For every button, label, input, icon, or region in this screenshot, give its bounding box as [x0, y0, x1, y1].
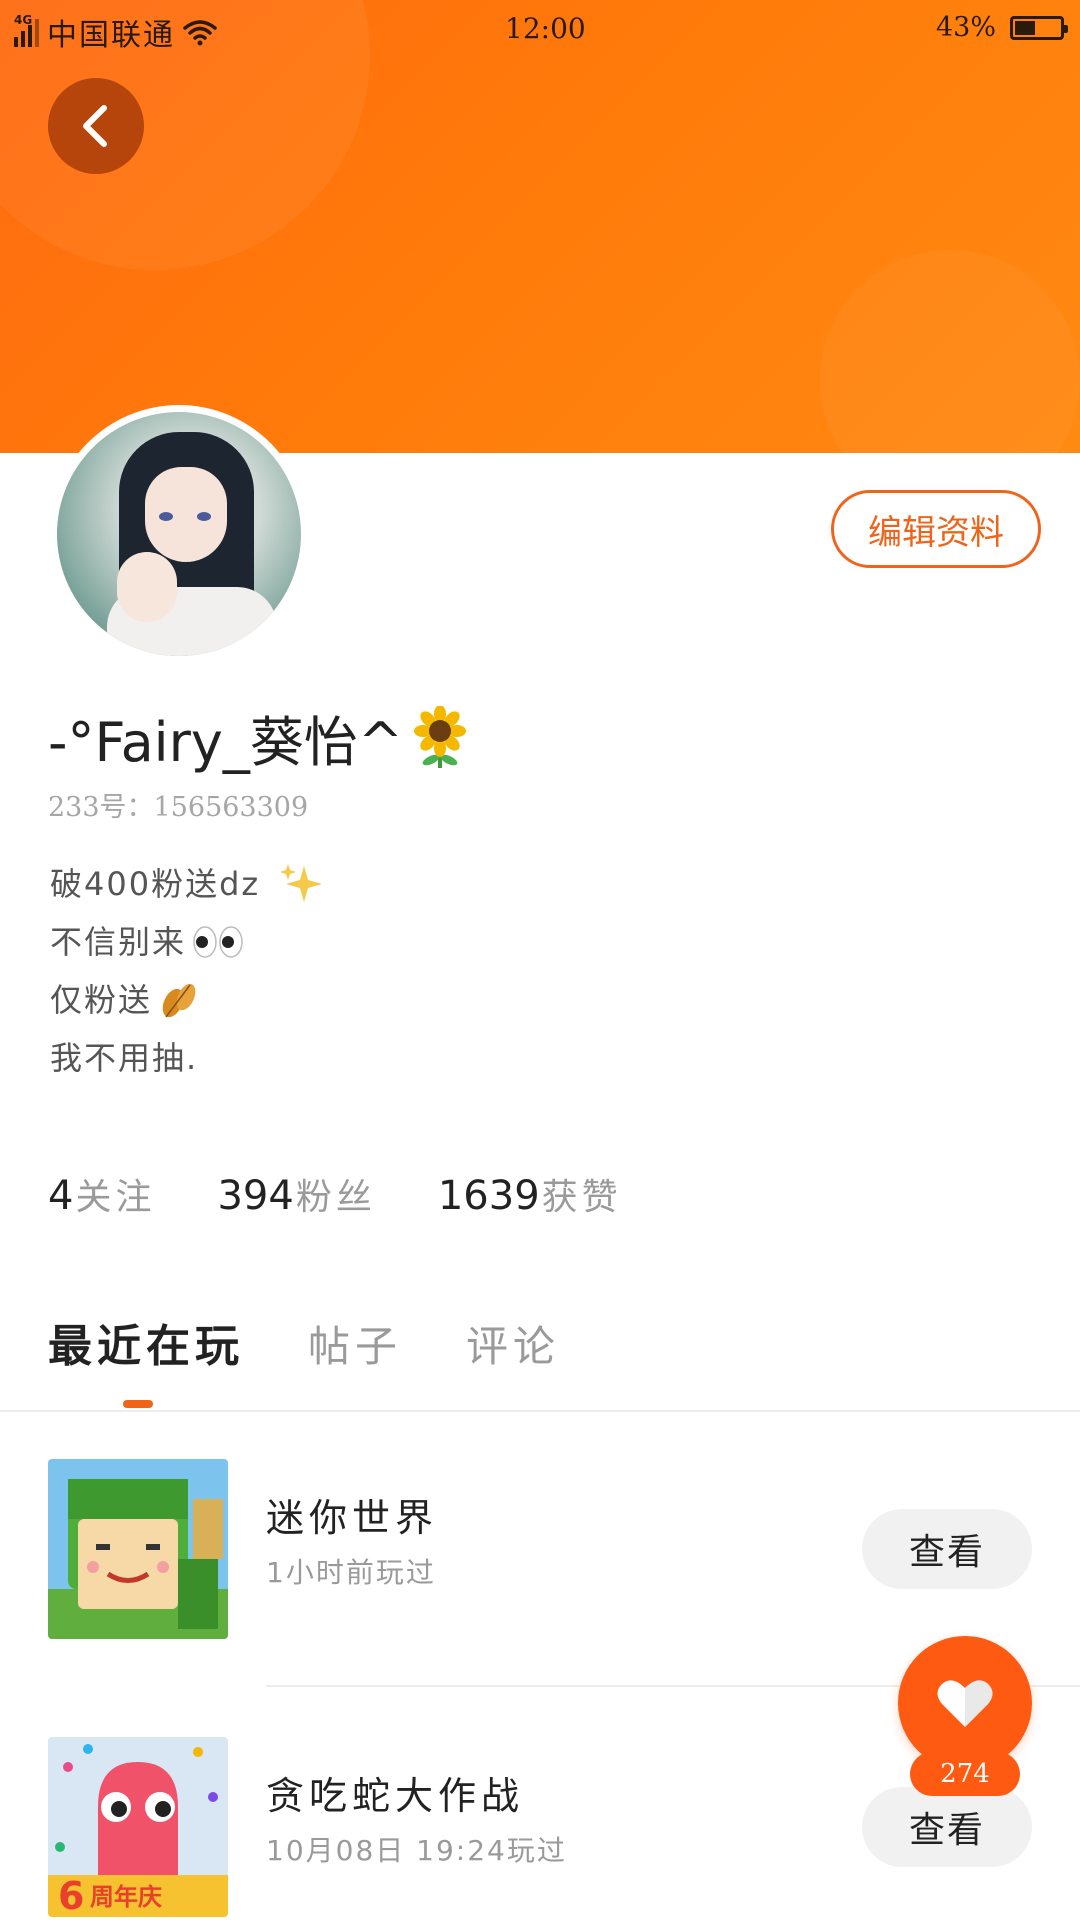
tab-recently-played[interactable]: 最近在玩 — [48, 1310, 244, 1374]
profile-banner — [0, 0, 1080, 453]
mini-world-game-icon — [48, 1459, 228, 1639]
network-type: 4G — [14, 13, 33, 27]
heart-icon — [937, 1680, 993, 1727]
eyes-icon — [193, 926, 243, 958]
game-last-played: 10月08日 19:24玩过 — [266, 1834, 567, 1867]
snake-game-icon: 6 周年庆 — [48, 1737, 228, 1917]
username: -°Fairy_葵怡^ — [48, 698, 469, 777]
signal-icon: 4G — [14, 13, 39, 47]
like-count-badge: 274 — [910, 1752, 1020, 1796]
stat-following[interactable]: 4 关注 — [48, 1168, 155, 1220]
view-button[interactable]: 查看 — [862, 1509, 1032, 1589]
avatar[interactable] — [50, 405, 308, 663]
chevron-left-icon — [83, 105, 107, 147]
carrier-name: 中国联通 — [47, 18, 175, 53]
edit-profile-button[interactable]: 编辑资料 — [831, 490, 1041, 568]
svg-text:6: 6 — [58, 1874, 84, 1917]
game-last-played: 1小时前玩过 — [266, 1556, 436, 1589]
back-button[interactable] — [48, 78, 144, 174]
sunflower-icon — [414, 705, 467, 768]
username-text: -°Fairy_葵怡^ — [48, 711, 404, 774]
profile-stats: 4 关注 394 粉丝 1639 获赞 — [48, 1168, 622, 1220]
battery-percent: 43% — [935, 12, 996, 43]
stat-likes[interactable]: 1639 获赞 — [438, 1168, 622, 1220]
list-item[interactable]: 迷你世界 1小时前玩过 查看 — [0, 1459, 1080, 1639]
bio-line: 仅粉送 — [50, 971, 326, 1029]
game-title: 迷你世界 — [266, 1496, 439, 1540]
avatar-image — [57, 412, 301, 656]
like-button[interactable] — [898, 1636, 1032, 1770]
banner-decoration — [820, 250, 1080, 453]
bio-line: 破400粉送dz — [50, 855, 326, 913]
battery-icon — [1010, 15, 1068, 40]
bio: 破400粉送dz 不信别来 仅粉送 我不用抽. — [50, 855, 326, 1087]
bio-line: 不信别来 — [50, 913, 326, 971]
wifi-icon — [183, 20, 217, 46]
stat-followers[interactable]: 394 粉丝 — [217, 1168, 375, 1220]
status-bar: 4G 中国联通 12:00 43% — [0, 0, 1080, 56]
game-title: 贪吃蛇大作战 — [266, 1774, 525, 1818]
status-time: 12:00 — [505, 12, 586, 45]
tabs-divider — [0, 1410, 1080, 1412]
tab-comments[interactable]: 评论 — [466, 1313, 560, 1374]
leaves-icon — [162, 983, 196, 1018]
active-tab-indicator — [123, 1400, 153, 1408]
sparkles-icon — [280, 864, 323, 902]
svg-text:周年庆: 周年庆 — [90, 1883, 162, 1911]
profile-tabs: 最近在玩 帖子 评论 — [48, 1310, 560, 1374]
view-button[interactable]: 查看 — [862, 1787, 1032, 1867]
tab-posts[interactable]: 帖子 — [308, 1313, 402, 1374]
bio-line: 我不用抽. — [50, 1039, 199, 1077]
user-id: 233号：156563309 — [48, 792, 309, 823]
